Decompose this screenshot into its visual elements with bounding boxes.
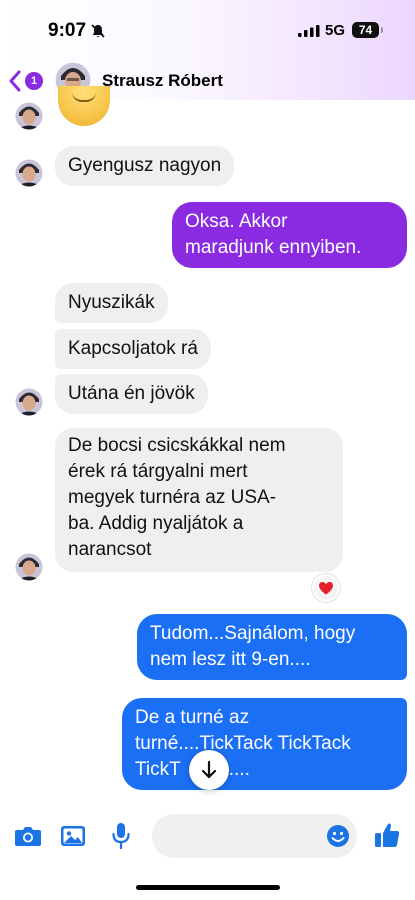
scroll-to-bottom-button[interactable] <box>189 750 229 790</box>
composer-bar <box>0 808 415 900</box>
message-bubble-incoming[interactable]: De bocsi csicskákkal nem érek rá tárgyal… <box>55 428 343 572</box>
message-text-line: ba. Addig nyaljátok a <box>68 513 244 534</box>
message-text: Nyuszikák <box>68 292 155 313</box>
arrow-down-icon <box>201 760 217 779</box>
emoji-icon[interactable] <box>326 824 350 848</box>
reaction-badge[interactable] <box>312 574 340 602</box>
message-text-line: Tudom...Sajnálom, hogy <box>150 623 356 644</box>
unread-badge: 1 <box>25 72 43 90</box>
sticker-emoji[interactable] <box>58 86 110 126</box>
gallery-icon[interactable] <box>60 824 86 848</box>
camera-icon[interactable] <box>14 824 42 848</box>
message-text-line: De a turné az <box>135 707 250 728</box>
message-bubble-incoming[interactable]: Gyengusz nagyon <box>55 146 235 186</box>
message-text-fragment: TickT <box>135 759 181 780</box>
message-text-fragment: .... <box>228 759 250 780</box>
message-bubble-incoming[interactable]: Utána én jövök <box>55 374 208 414</box>
avatar[interactable] <box>15 102 43 130</box>
message-text-line: TickT.... <box>135 757 394 783</box>
message-bubble-outgoing[interactable]: Oksa. Akkor maradjunk ennyiben. <box>172 202 407 268</box>
message-text-line: nem lesz itt 9-en.... <box>150 649 311 670</box>
contact-name[interactable]: Strausz Róbert <box>102 71 223 91</box>
chevron-left-icon <box>9 70 21 92</box>
message-text-line: Oksa. Akkor <box>185 211 288 232</box>
message-text: Kapcsoljatok rá <box>68 338 198 359</box>
message-bubble-incoming[interactable]: Kapcsoljatok rá <box>55 329 211 369</box>
message-bubble-incoming[interactable]: Nyuszikák <box>55 283 168 323</box>
message-text-line: narancsot <box>68 539 152 560</box>
signal-icon <box>298 25 320 37</box>
message-text-line: megyek turnéra az USA- <box>68 487 277 508</box>
sticker-mouth <box>72 92 96 102</box>
message-bubble-outgoing[interactable]: Tudom...Sajnálom, hogy nem lesz itt 9-en… <box>137 614 407 680</box>
network-label: 5G <box>325 22 346 39</box>
heart-icon <box>319 582 333 595</box>
message-text-line: érek rá tárgyalni mert <box>68 461 248 482</box>
back-button[interactable]: 1 <box>8 66 48 96</box>
message-text-line: De bocsi csicskákkal nem <box>68 435 286 456</box>
avatar[interactable] <box>15 159 43 187</box>
battery-level: 74 <box>352 22 383 38</box>
message-text-line: maradjunk ennyiben. <box>185 237 362 258</box>
message-text: Utána én jövök <box>68 383 195 404</box>
avatar[interactable] <box>15 553 43 581</box>
avatar[interactable] <box>15 388 43 416</box>
message-bubble-outgoing[interactable]: De a turné az turné....TickTack TickTack… <box>122 698 407 790</box>
home-indicator <box>136 885 280 890</box>
bell-off-icon <box>91 24 105 38</box>
status-time: 9:07 <box>48 20 87 41</box>
message-text: Gyengusz nagyon <box>68 155 222 176</box>
microphone-icon[interactable] <box>111 822 131 850</box>
thumbs-up-icon[interactable] <box>373 821 401 849</box>
status-bar: 9:07 5G 74 <box>0 0 415 60</box>
message-text-line: turné....TickTack TickTack <box>135 733 351 754</box>
